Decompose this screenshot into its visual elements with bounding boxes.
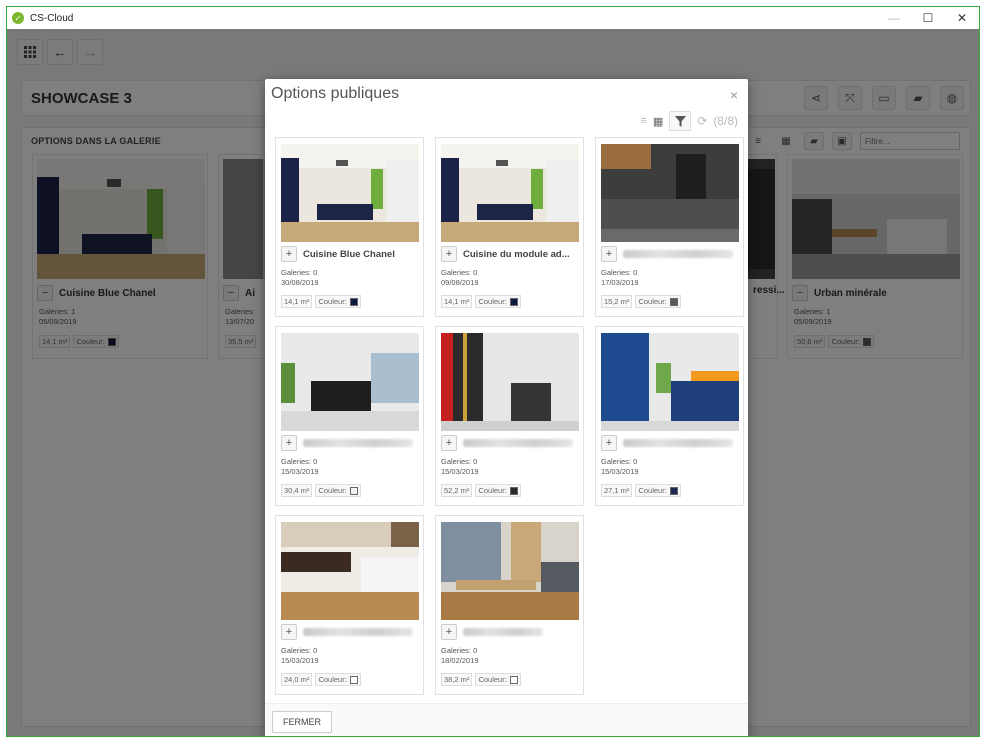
card-meta: Galeries: 0 15/03/2019	[601, 457, 639, 476]
add-button[interactable]: +	[441, 246, 457, 262]
color-swatch	[349, 675, 358, 684]
blurred-name	[303, 439, 413, 447]
card-meta: Galeries: 0 15/03/2019	[441, 457, 479, 476]
option-card[interactable]: + Cuisine Blue Chanel Galeries: 0 30/08/…	[275, 137, 424, 317]
card-meta: Galeries: 0 15/03/2019	[281, 646, 319, 665]
kitchen-thumbnail	[281, 144, 419, 242]
kitchen-thumbnail	[601, 333, 739, 431]
kitchen-thumbnail	[441, 144, 579, 242]
add-button[interactable]: +	[441, 624, 457, 640]
close-window-button[interactable]: ✕	[945, 7, 979, 29]
option-card[interactable]: + Galeries: 0 15/03/2019 24,0 m² Couleur…	[275, 515, 424, 695]
card-size: 24,0 m² Couleur:	[281, 673, 361, 686]
grid-view-icon[interactable]: ▦	[653, 111, 663, 131]
card-size: 30,4 m² Couleur:	[281, 484, 361, 497]
card-title: +	[281, 624, 413, 640]
color-swatch	[509, 675, 518, 684]
close-icon[interactable]: ×	[730, 87, 738, 103]
maximize-button[interactable]: ☐	[911, 7, 945, 29]
add-button[interactable]: +	[281, 624, 297, 640]
card-size: 15,2 m² Couleur:	[601, 295, 681, 308]
card-title: +	[601, 435, 733, 451]
option-card[interactable]: + Galeries: 0 17/03/2019 15,2 m² Couleur…	[595, 137, 744, 317]
filter-icon[interactable]	[669, 111, 692, 131]
card-size: 52,2 m² Couleur:	[441, 484, 521, 497]
option-card[interactable]: + Galeries: 0 18/02/2019 38,2 m² Couleur…	[435, 515, 584, 695]
option-card[interactable]: + Galeries: 0 15/03/2019 27,1 m² Couleur…	[595, 326, 744, 506]
add-button[interactable]: +	[281, 246, 297, 262]
minimize-button[interactable]: —	[877, 7, 911, 29]
card-title: + Cuisine Blue Chanel	[281, 246, 395, 262]
blurred-name	[303, 628, 413, 636]
kitchen-thumbnail	[601, 144, 739, 242]
card-meta: Galeries: 0 17/03/2019	[601, 268, 639, 287]
kitchen-thumbnail	[441, 522, 579, 620]
dialog-toolbar: ≡ ▦ ⟳ (8/8)	[640, 111, 738, 131]
color-swatch	[349, 297, 358, 306]
card-title: + Cuisine du module ad...	[441, 246, 570, 262]
options-counter: (8/8)	[713, 114, 738, 128]
card-title: +	[601, 246, 733, 262]
blurred-name	[463, 628, 543, 636]
option-card[interactable]: + Galeries: 0 15/03/2019 52,2 m² Couleur…	[435, 326, 584, 506]
dialog-title: Options publiques	[271, 85, 400, 102]
card-meta: Galeries: 0 30/08/2019	[281, 268, 319, 287]
card-size: 27,1 m² Couleur:	[601, 484, 681, 497]
kitchen-thumbnail	[281, 333, 419, 431]
blurred-name	[623, 250, 733, 258]
color-swatch	[669, 297, 678, 306]
color-swatch	[509, 486, 518, 495]
card-size: 14,1 m² Couleur:	[281, 295, 361, 308]
card-meta: Galeries: 0 09/08/2019	[441, 268, 479, 287]
close-dialog-button[interactable]: FERMER	[272, 711, 332, 733]
card-meta: Galeries: 0 15/03/2019	[281, 457, 319, 476]
card-size: 38,2 m² Couleur:	[441, 673, 521, 686]
public-options-dialog: Options publiques × ≡ ▦ ⟳ (8/8) + Cuisin…	[265, 79, 748, 736]
color-swatch	[669, 486, 678, 495]
add-button[interactable]: +	[601, 246, 617, 262]
color-swatch	[349, 486, 358, 495]
card-title: +	[441, 624, 543, 640]
app-content: ← → SHOWCASE 3 ⋖ ⤧ ▭ ▰ ◍ OPTIONS DANS LA…	[7, 29, 979, 736]
kitchen-thumbnail	[441, 333, 579, 431]
cs-cloud-logo-icon: ✓	[12, 12, 24, 24]
add-button[interactable]: +	[601, 435, 617, 451]
card-meta: Galeries: 0 18/02/2019	[441, 646, 479, 665]
card-title: +	[281, 435, 413, 451]
blurred-name	[623, 439, 733, 447]
app-window: ✓ CS-Cloud — ☐ ✕ ← → SHOWCASE 3 ⋖ ⤧ ▭ ▰ …	[6, 6, 980, 737]
card-size: 14,1 m² Couleur:	[441, 295, 521, 308]
card-title: +	[441, 435, 573, 451]
window-title: CS-Cloud	[30, 12, 74, 24]
option-card[interactable]: + Galeries: 0 15/03/2019 30,4 m² Couleur…	[275, 326, 424, 506]
kitchen-thumbnail	[281, 522, 419, 620]
option-card[interactable]: + Cuisine du module ad... Galeries: 0 09…	[435, 137, 584, 317]
dialog-footer: FERMER	[265, 703, 748, 736]
title-bar: ✓ CS-Cloud — ☐ ✕	[7, 7, 979, 29]
list-view-icon[interactable]: ≡	[640, 111, 646, 131]
blurred-name	[463, 439, 573, 447]
refresh-icon[interactable]: ⟳	[697, 111, 707, 131]
add-button[interactable]: +	[281, 435, 297, 451]
color-swatch	[509, 297, 518, 306]
add-button[interactable]: +	[441, 435, 457, 451]
